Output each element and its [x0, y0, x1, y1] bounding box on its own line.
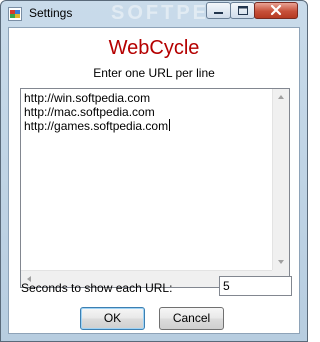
maximize-icon [238, 6, 248, 15]
cancel-button[interactable]: Cancel [159, 307, 224, 330]
softpedia-watermark: SOFTPE [111, 2, 210, 24]
url-line: http://games.softpedia.com [24, 119, 171, 133]
window-title: Settings [29, 6, 73, 20]
ok-button[interactable]: OK [80, 307, 145, 330]
app-heading: WebCycle [108, 37, 200, 59]
settings-window: SOFTPE Settings WebCycle Enter one URL p… [0, 0, 308, 342]
minimize-button[interactable] [206, 2, 231, 19]
scroll-up-arrow-icon[interactable] [278, 95, 284, 99]
vertical-scrollbar[interactable] [272, 89, 289, 270]
minimize-icon [214, 12, 223, 14]
text-caret [169, 119, 171, 131]
close-icon [270, 4, 282, 16]
maximize-button[interactable] [230, 2, 255, 19]
close-button[interactable] [254, 2, 298, 19]
dialog-client-area: WebCycle Enter one URL per line http://w… [8, 27, 300, 334]
url-list-content[interactable]: http://win.softpedia.com http://mac.soft… [24, 91, 271, 133]
url-line: http://mac.softpedia.com [24, 105, 155, 119]
app-icon [8, 7, 22, 21]
seconds-label: Seconds to show each URL: [21, 281, 173, 295]
title-bar[interactable]: SOFTPE Settings [1, 1, 307, 27]
url-list-textarea[interactable]: http://win.softpedia.com http://mac.soft… [20, 88, 290, 288]
instruction-text: Enter one URL per line [93, 66, 215, 80]
scroll-down-arrow-icon[interactable] [278, 260, 284, 264]
url-line: http://win.softpedia.com [24, 91, 151, 105]
seconds-input[interactable]: 5 [219, 276, 292, 296]
